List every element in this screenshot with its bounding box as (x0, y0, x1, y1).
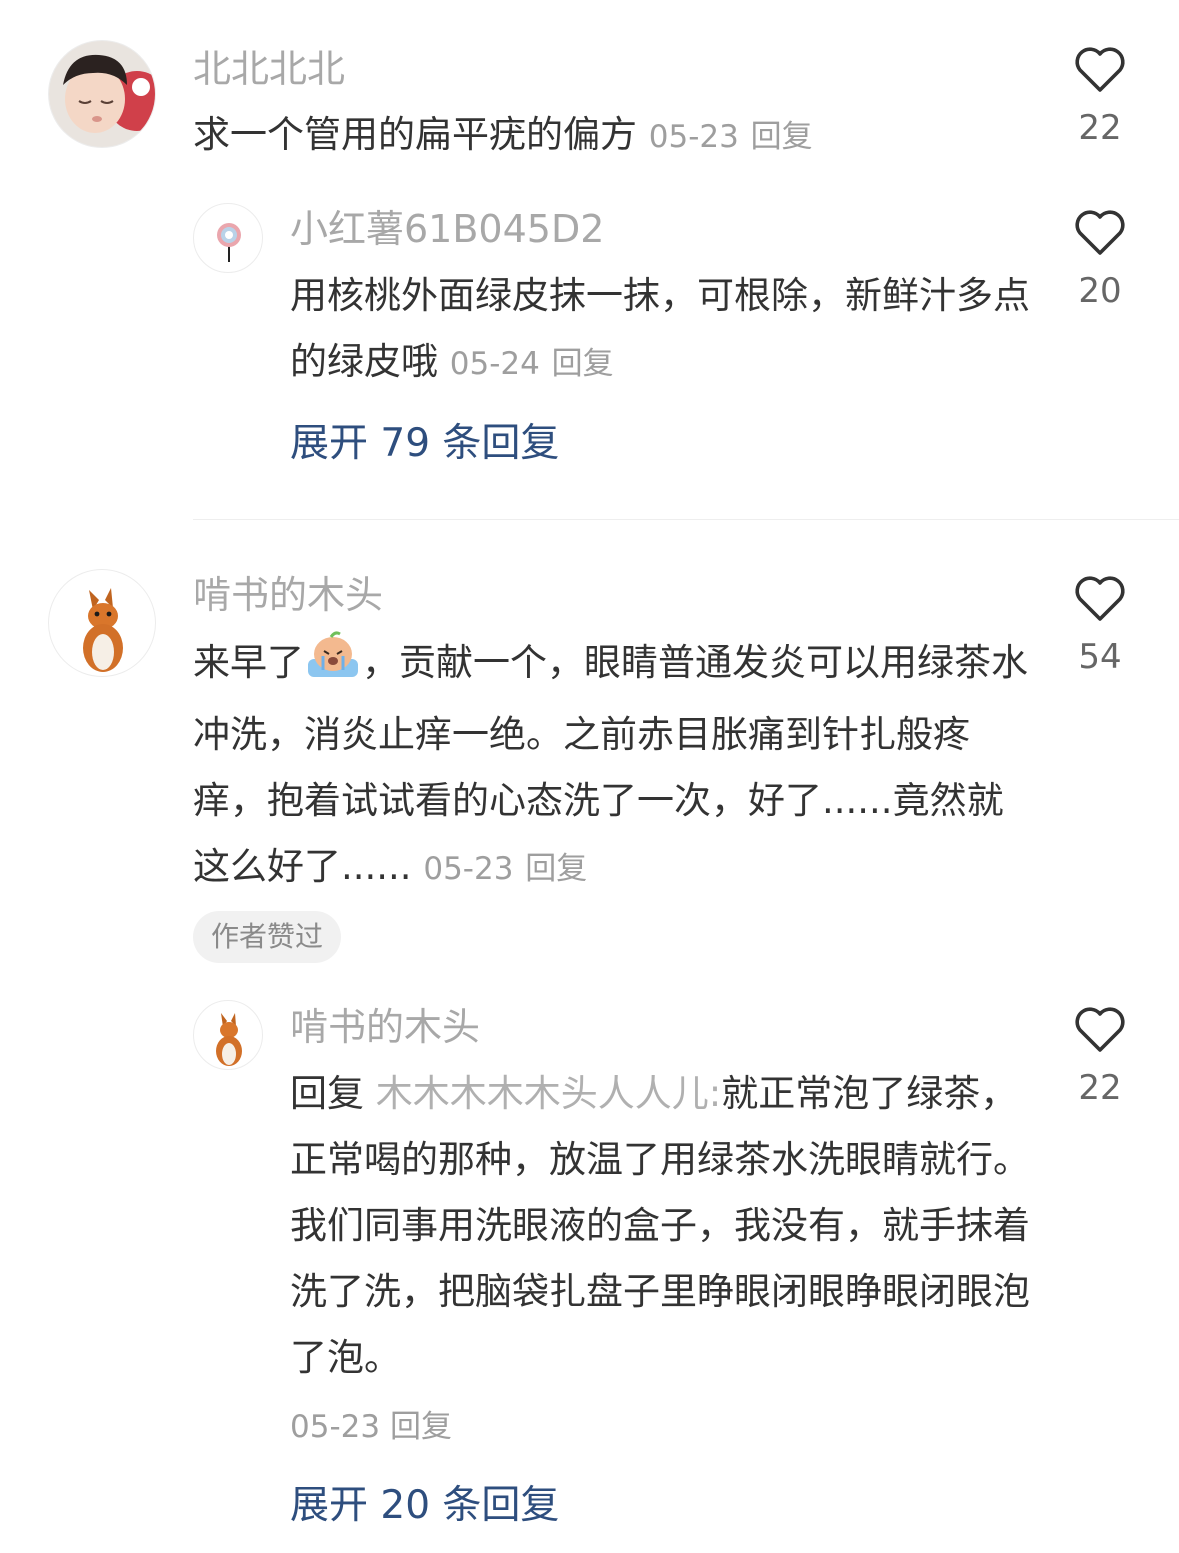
reply-button[interactable]: 回复 (552, 346, 614, 382)
squirrel-avatar-icon (216, 1013, 242, 1066)
avatar[interactable] (48, 40, 156, 148)
avatar[interactable] (193, 203, 263, 273)
lollipop-avatar-icon (217, 223, 241, 262)
reply-body: 回复 木木木木木头人人儿:就正常泡了绿茶，正常喝的那种，放温了用绿茶水洗眼睛就行… (290, 1061, 1030, 1391)
like-count: 54 (1078, 637, 1122, 677)
like-button[interactable]: 20 (1060, 209, 1140, 311)
reply-username[interactable]: 啃书的木头 (290, 1002, 480, 1052)
author-liked-badge: 作者赞过 (193, 911, 342, 963)
reply-date: 05-24 (449, 346, 540, 382)
like-button[interactable]: 22 (1060, 46, 1140, 148)
comment-body: 求一个管用的扁平疣的偏方 05-23 回复 (193, 102, 1033, 170)
avatar[interactable] (193, 1000, 263, 1070)
comment-text: 求一个管用的扁平疣的偏方 (193, 113, 637, 156)
avatar-child-photo (49, 41, 155, 147)
heart-icon (1075, 47, 1125, 92)
reply-to-username[interactable]: 木木木木木头人人儿: (376, 1072, 721, 1115)
reply-text: 就正常泡了绿茶，正常喝的那种，放温了用绿茶水洗眼睛就行。我们同事用洗眼液的盒子，… (290, 1072, 1030, 1379)
squirrel-avatar-icon (83, 588, 123, 672)
like-count: 22 (1078, 108, 1122, 148)
expand-replies-link[interactable]: 展开 79 条回复 (290, 419, 559, 469)
like-button[interactable]: 54 (1060, 575, 1140, 677)
expand-replies-link[interactable]: 展开 20 条回复 (290, 1481, 559, 1531)
reply-text: 用核桃外面绿皮抹一抹，可根除，新鲜汁多点的绿皮哦 (290, 274, 1030, 383)
comment-date: 05-23 (423, 851, 514, 887)
reply-prefix: 回复 (290, 1072, 364, 1115)
comment-body: 来早了 ，贡献一个，眼睛普通发炎可以用绿茶水冲洗，消炎止痒一绝。之前赤目胀痛到针扎… (193, 629, 1033, 902)
like-button[interactable]: 22 (1060, 1006, 1140, 1108)
reply-body: 用核桃外面绿皮抹一抹，可根除，新鲜汁多点的绿皮哦 05-24 回复 (290, 263, 1030, 397)
comment-date: 05-23 (648, 119, 739, 155)
reply-button[interactable]: 回复 (751, 119, 813, 155)
like-count: 22 (1078, 1068, 1122, 1108)
reply-date: 05-23 (290, 1409, 381, 1445)
avatar[interactable] (48, 569, 156, 677)
reply-button[interactable]: 回复 (525, 851, 587, 887)
reply-username[interactable]: 小红薯61B045D2 (290, 204, 604, 254)
reply-button[interactable]: 回复 (390, 1409, 452, 1445)
heart-icon (1075, 1007, 1125, 1052)
divider (193, 519, 1179, 520)
like-count: 20 (1078, 271, 1122, 311)
heart-icon (1075, 210, 1125, 255)
heart-icon (1075, 576, 1125, 621)
comment-username[interactable]: 北北北北 (193, 44, 345, 94)
comment-text: 来早了 (193, 641, 304, 684)
comment-username[interactable]: 啃书的木头 (193, 570, 383, 620)
reply-meta: 05-23 回复 (290, 1406, 452, 1448)
crying-emoji-icon (304, 629, 362, 702)
